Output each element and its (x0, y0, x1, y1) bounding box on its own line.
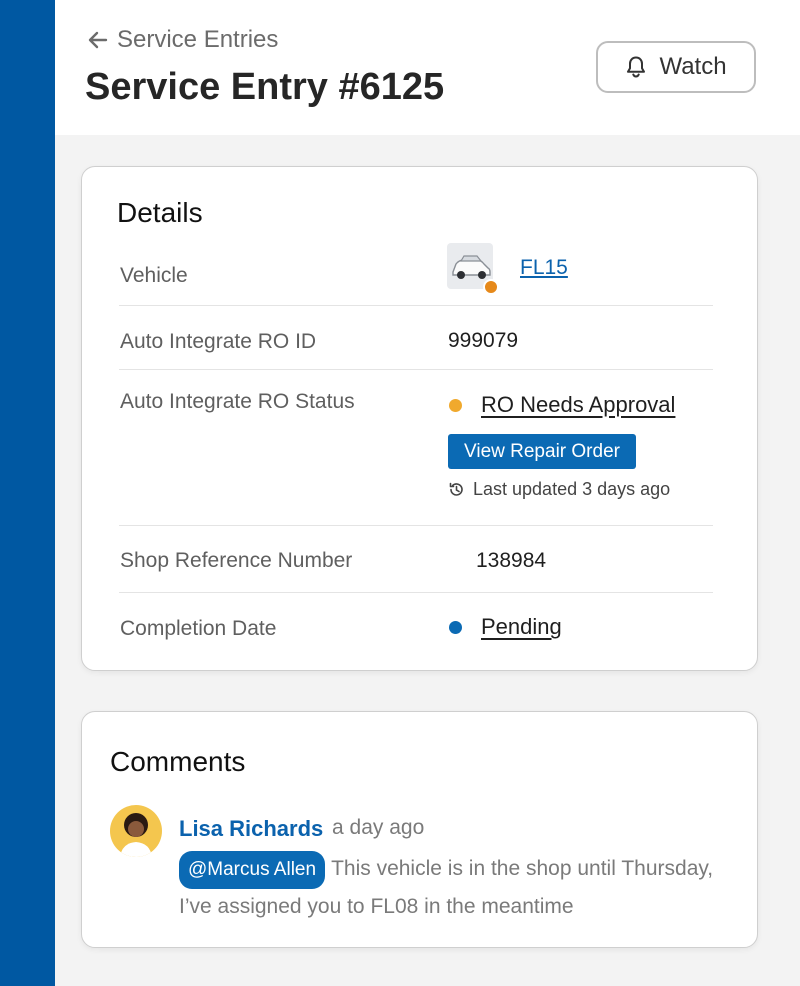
last-updated-text: Last updated 3 days ago (473, 479, 671, 499)
comment-time: a day ago (332, 816, 425, 839)
comments-card: Comments Lisa Richards a day ago @Marcus… (81, 711, 758, 948)
details-card: Details Vehicle FL15 Auto Integrate RO I… (81, 166, 758, 671)
watch-button[interactable]: Watch (596, 41, 756, 93)
comments-title: Comments (110, 746, 246, 777)
shop-ref-value: 138984 (476, 549, 547, 572)
vehicle-label: Vehicle (120, 264, 188, 287)
history-icon (449, 482, 463, 496)
page-title: Service Entry #6125 (85, 66, 445, 108)
comment-author[interactable]: Lisa Richards (179, 816, 323, 842)
divider (119, 592, 713, 593)
back-link-label: Service Entries (117, 26, 279, 53)
completion-label: Completion Date (120, 617, 277, 640)
shop-ref-label: Shop Reference Number (120, 549, 353, 572)
watch-label: Watch (659, 53, 727, 80)
ro-status-label: Auto Integrate RO Status (120, 390, 355, 413)
back-link[interactable]: Service Entries (87, 26, 278, 54)
ro-status-dot (449, 399, 462, 412)
details-title: Details (117, 197, 203, 228)
vehicle-status-dot (483, 279, 499, 295)
user-avatar-icon (120, 813, 152, 857)
avatar (110, 805, 162, 857)
ro-id-value: 999079 (448, 329, 519, 352)
last-updated: Last updated 3 days ago (448, 479, 670, 500)
view-repair-order-button[interactable]: View Repair Order (448, 434, 636, 469)
ro-id-label: Auto Integrate RO ID (120, 330, 317, 353)
divider (119, 525, 713, 526)
completion-link[interactable]: Pending (481, 614, 562, 640)
completion-status-dot (449, 621, 462, 634)
arrow-left-icon (88, 31, 108, 49)
ro-status-link[interactable]: RO Needs Approval (481, 392, 675, 418)
page-header: Service Entries Service Entry #6125 Watc… (55, 0, 800, 135)
mention-tag[interactable]: @Marcus Allen (179, 851, 326, 889)
vehicle-link[interactable]: FL15 (520, 256, 568, 280)
divider (119, 369, 713, 370)
divider (119, 305, 713, 306)
vehicle-thumbnail[interactable] (447, 243, 499, 295)
bell-icon (627, 56, 646, 78)
comment-body: @Marcus Allen This vehicle is in the shop… (179, 851, 739, 925)
sidebar-strip (0, 0, 55, 986)
